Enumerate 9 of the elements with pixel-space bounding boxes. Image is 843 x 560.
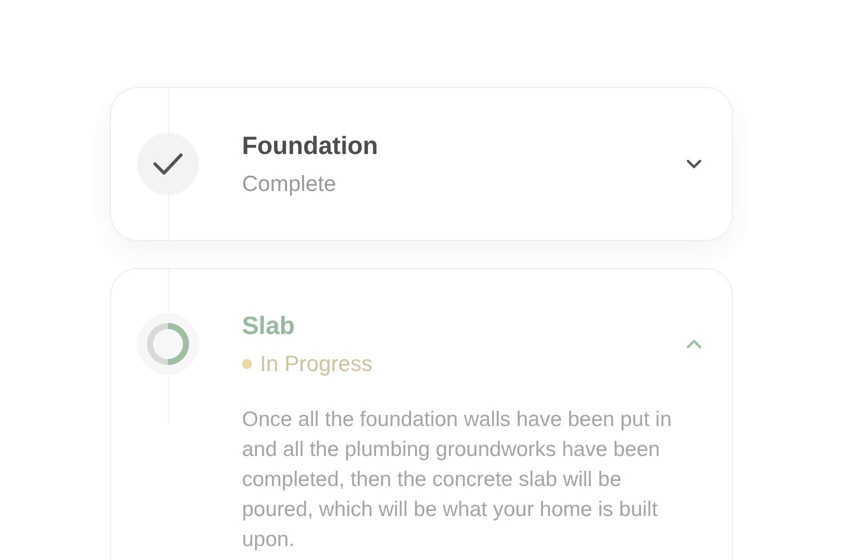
step-status: Complete [242, 170, 336, 196]
step-status: In Progress [260, 350, 372, 376]
step-title: Slab [242, 312, 296, 340]
chevron-down-icon[interactable] [686, 159, 702, 169]
check-icon [136, 132, 200, 196]
progress-ring-icon [136, 312, 200, 376]
step-title: Foundation [242, 132, 380, 160]
step-description: Once all the foundation walls have been put in and all the plumbing groundworks have been completed, then the concrete slab will be poured, which will be what your home is built upon. [242, 407, 673, 553]
step-card[interactable]: Foundation Complete [110, 87, 733, 241]
